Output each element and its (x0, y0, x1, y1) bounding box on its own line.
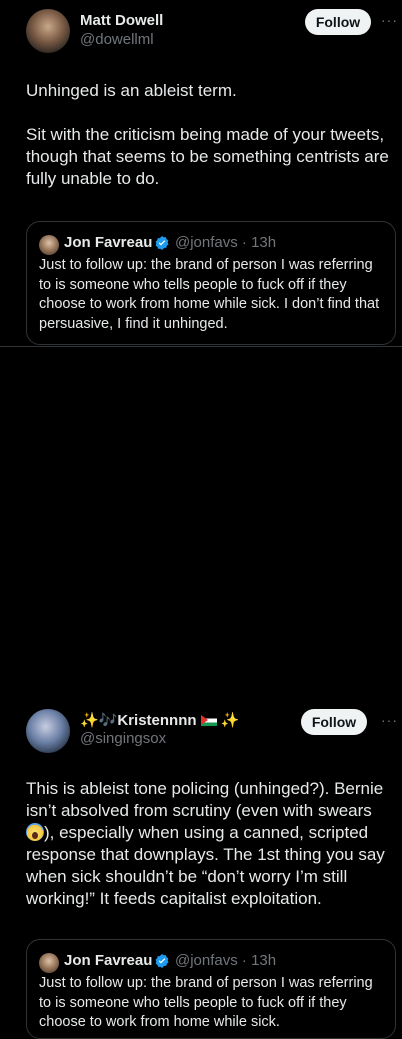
post-body-line: Unhinged is an ableist term. (26, 81, 237, 100)
post-body-text: This is ableist tone policing (unhinged?… (26, 779, 384, 820)
quote-author-name: Jon Favreau (64, 234, 153, 251)
author-name-text: ✨🎶Kristennnn (80, 712, 197, 729)
verified-badge-icon (155, 954, 169, 968)
quote-author-handle: @jonfavs · 13h (175, 952, 277, 969)
quote-text: Just to follow up: the brand of person I… (39, 975, 373, 1030)
follow-button[interactable]: Follow (305, 9, 371, 35)
author-name[interactable]: ✨🎶Kristennnn ✨ (80, 711, 240, 729)
author-handle[interactable]: @dowellml (80, 31, 154, 48)
post-body: Unhinged is an ableist term. Sit with th… (26, 80, 392, 190)
post-matt-dowell[interactable]: Matt Dowell @dowellml Follow ··· Unhinge… (0, 0, 402, 346)
post-body-line: Sit with the criticism being made of you… (26, 125, 389, 188)
verified-badge-icon (155, 236, 169, 250)
quote-author-name: Jon Favreau (64, 952, 153, 969)
quoted-post[interactable]: Jon Favreau @jonfavs · 13h Just to follo… (26, 939, 396, 1039)
scream-emoji-icon (26, 823, 44, 841)
more-options-icon[interactable]: ··· (381, 712, 398, 728)
follow-button[interactable]: Follow (301, 709, 367, 735)
palestine-flag-icon (200, 715, 217, 726)
quote-text: Just to follow up: the brand of person I… (39, 257, 380, 332)
quoted-post[interactable]: Jon Favreau @jonfavs · 13h Just to follo… (26, 221, 396, 345)
author-name-sparkle: ✨ (220, 712, 240, 729)
quote-avatar (39, 235, 59, 255)
post-body: This is ableist tone policing (unhinged?… (26, 778, 392, 910)
post-kristennnn[interactable]: ✨🎶Kristennnn ✨ @singingsox Follow ··· Th… (0, 346, 402, 1039)
author-name[interactable]: Matt Dowell (80, 12, 163, 29)
author-handle[interactable]: @singingsox (80, 730, 166, 747)
quote-avatar (39, 953, 59, 973)
avatar[interactable] (26, 709, 70, 753)
quote-author-handle: @jonfavs · 13h (175, 234, 277, 251)
avatar[interactable] (26, 9, 70, 53)
more-options-icon[interactable]: ··· (381, 12, 398, 28)
post-body-text: ), especially when using a canned, scrip… (26, 823, 385, 908)
post-body-paragraph: This is ableist tone policing (unhinged?… (26, 778, 392, 910)
